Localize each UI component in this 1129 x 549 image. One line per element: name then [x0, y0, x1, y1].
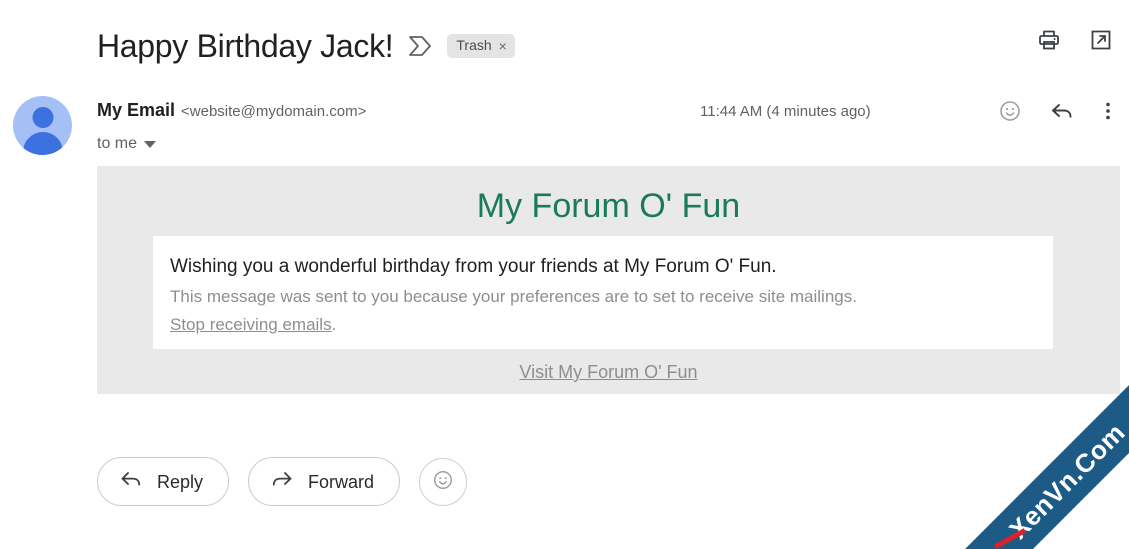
forward-button[interactable]: Forward [248, 457, 401, 506]
unsubscribe-period: . [331, 315, 337, 334]
avatar-head [32, 107, 53, 128]
label-chip-trash[interactable]: Trash × [447, 34, 515, 58]
chevron-down-icon[interactable] [144, 140, 157, 148]
reply-arrow-icon [120, 470, 144, 493]
message-secondary-text: This message was sent to you because you… [170, 287, 857, 306]
sender-line: My Email <website@mydomain.com> [97, 98, 366, 124]
sender-name: My Email [97, 100, 176, 120]
reply-button-label: Reply [157, 471, 204, 492]
email-body: My Forum O' Fun Wishing you a wonderful … [97, 166, 1120, 394]
print-icon[interactable] [1037, 28, 1061, 52]
meta-icon-group [998, 99, 1112, 123]
footer-actions: Reply Forward [97, 457, 468, 506]
header-actions [1037, 28, 1113, 52]
add-reaction-icon[interactable] [998, 99, 1022, 123]
page-title: Happy Birthday Jack! [97, 28, 394, 64]
timestamp: 11:44 AM (4 minutes ago) [700, 102, 871, 120]
watermark-text: XenVn.Com [1002, 416, 1129, 545]
message-primary-text: Wishing you a wonderful birthday from yo… [170, 256, 777, 277]
smiley-face-icon [432, 469, 454, 494]
close-icon[interactable]: × [499, 39, 507, 53]
email-view: Happy Birthday Jack! Trash × My Email <w… [0, 0, 1129, 549]
inbox-marker-icon [407, 34, 433, 58]
sender-block: My Email <website@mydomain.com> to me [97, 98, 366, 153]
watermark-accent-mark [993, 528, 1027, 549]
recipient-label: to me [97, 135, 138, 152]
reply-icon[interactable] [1050, 99, 1076, 123]
sender-address: <website@mydomain.com> [181, 103, 367, 120]
avatar[interactable] [13, 96, 72, 155]
unsubscribe-line: Stop receiving emails. [170, 312, 1053, 338]
message-meta-actions: 11:44 AM (4 minutes ago) [700, 99, 1112, 123]
open-in-new-window-icon[interactable] [1089, 28, 1113, 52]
stop-receiving-emails-link[interactable]: Stop receiving emails [170, 315, 332, 334]
visit-forum-link[interactable]: Visit My Forum O' Fun [519, 362, 697, 382]
brand-heading: My Forum O' Fun [476, 187, 741, 225]
label-chip-label: Trash [456, 37, 492, 53]
avatar-body [22, 132, 63, 155]
recipient-line[interactable]: to me [97, 135, 366, 153]
visit-link-row: Visit My Forum O' Fun [97, 362, 1120, 383]
forward-arrow-icon [271, 470, 295, 493]
more-options-icon[interactable] [1104, 99, 1112, 123]
reply-button[interactable]: Reply [97, 457, 230, 506]
forward-button-label: Forward [308, 471, 375, 492]
add-reaction-button[interactable] [419, 457, 468, 506]
subject-row: Happy Birthday Jack! Trash × [97, 22, 515, 70]
message-card: Wishing you a wonderful birthday from yo… [153, 236, 1053, 349]
